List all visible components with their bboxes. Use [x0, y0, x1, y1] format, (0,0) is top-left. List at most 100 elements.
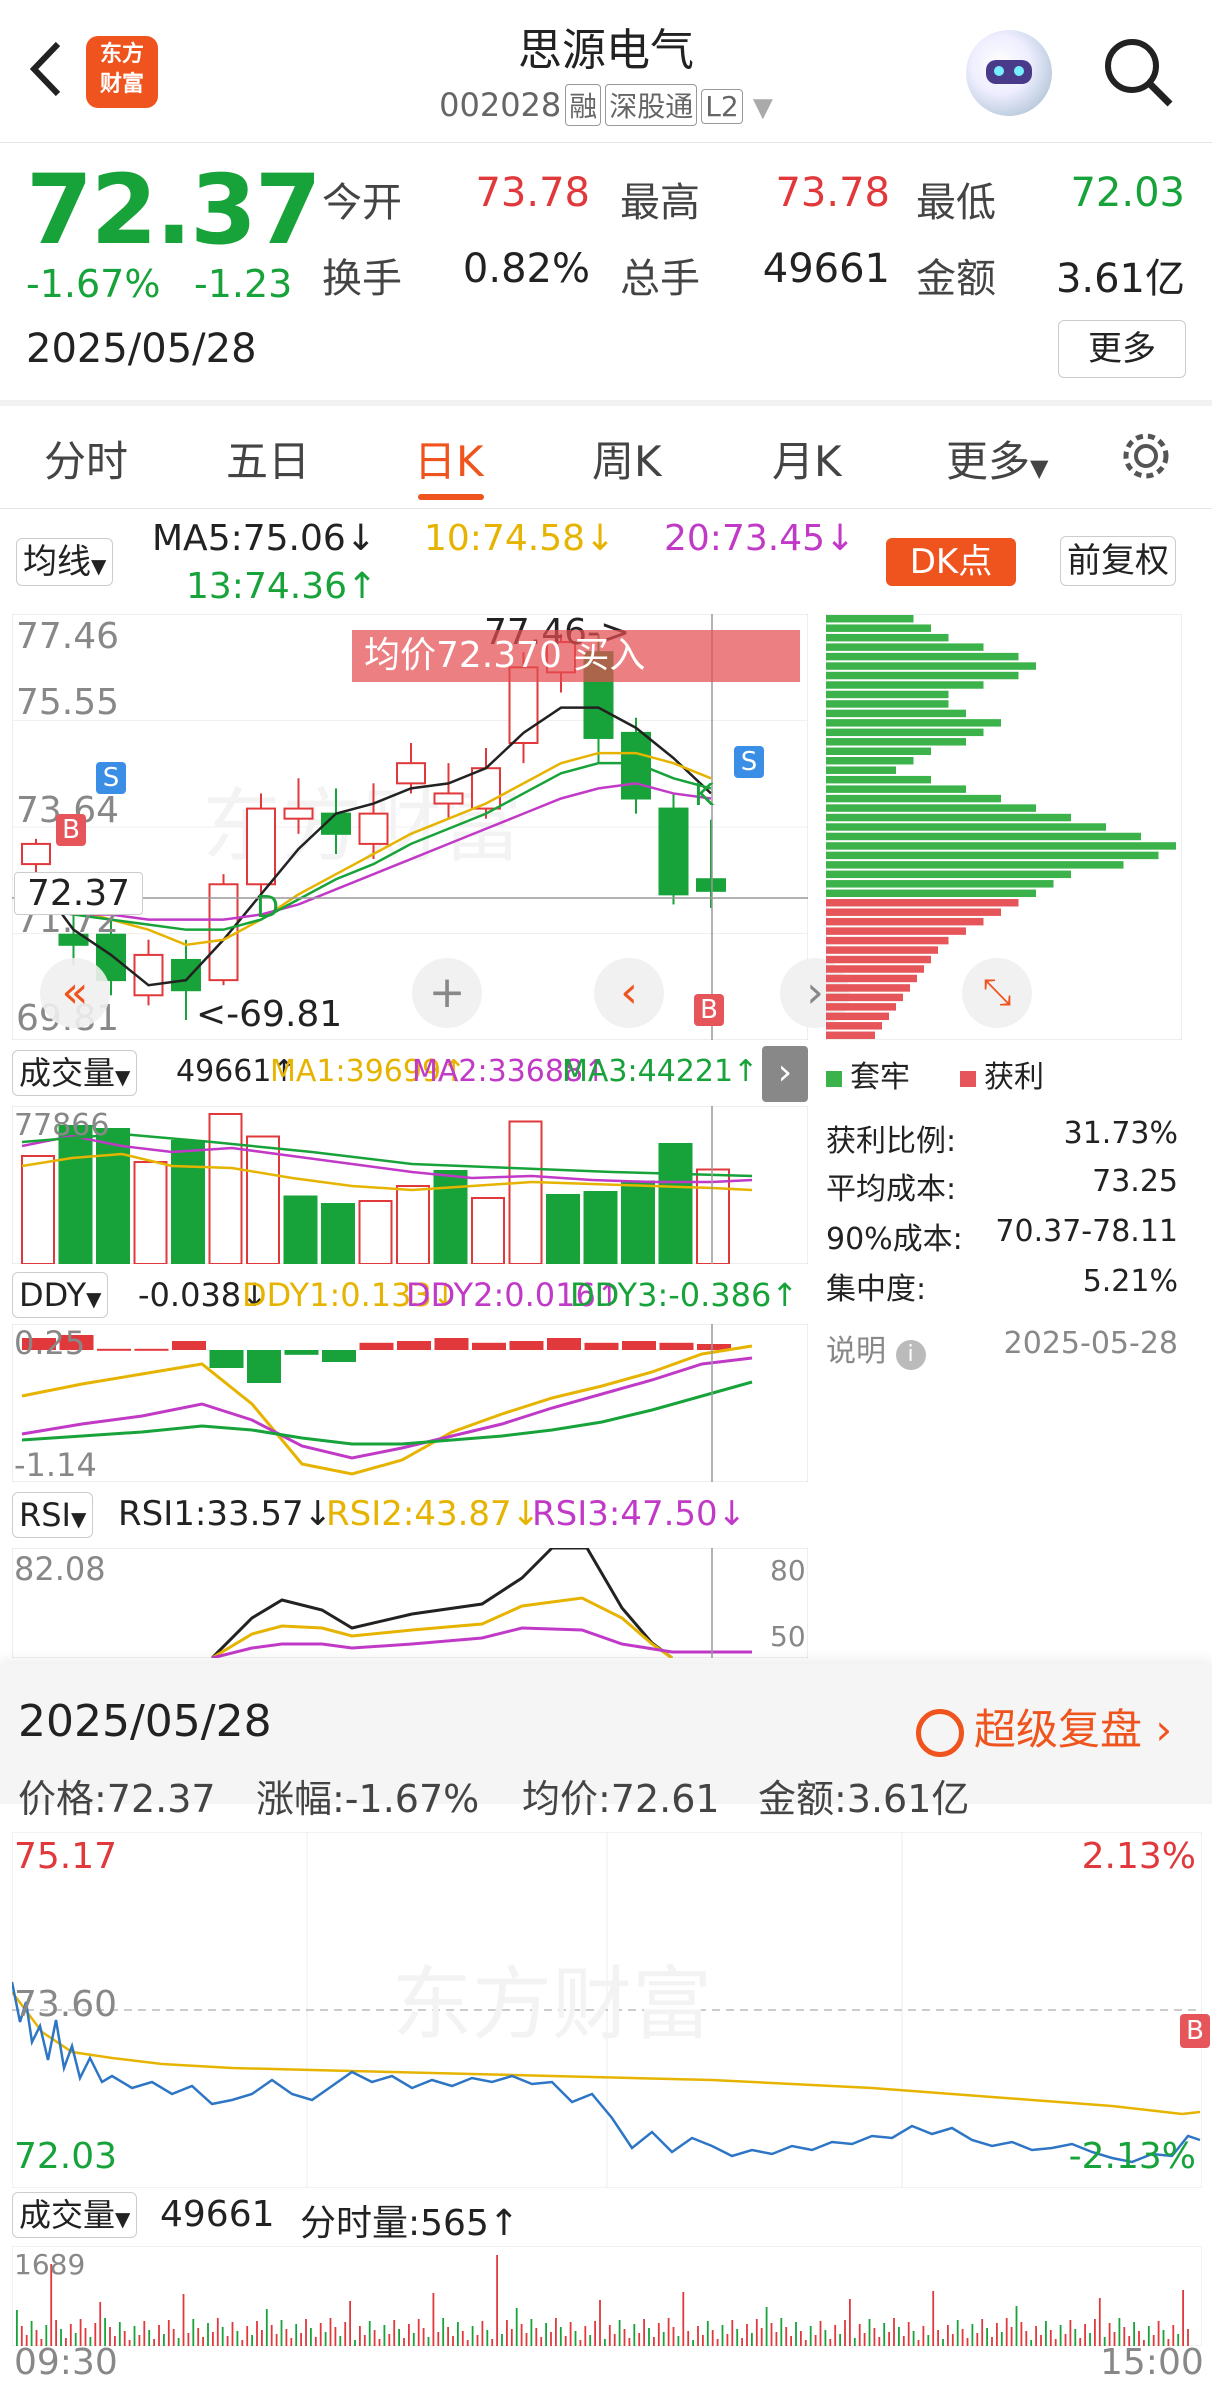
volume-selector[interactable]: 成交量▼: [12, 1050, 138, 1096]
intraday-volume-bar-146: [731, 2320, 734, 2346]
volume-chart[interactable]: [12, 1106, 808, 1264]
intraday-volume-bar-196: [976, 2333, 979, 2346]
label-turnover: 换手: [322, 256, 402, 302]
intraday-volume-bar-105: [530, 2319, 533, 2346]
intraday-volume-bar-103: [520, 2324, 523, 2346]
intraday-volume-bar-36: [192, 2319, 195, 2346]
ma-selector[interactable]: 均线▼: [16, 538, 114, 586]
sell-marker-s[interactable]: S: [96, 762, 126, 794]
intraday-volume-bar-114: [574, 2331, 577, 2346]
rsi-50-label: 50: [770, 1620, 806, 1653]
scroll-left-icon[interactable]: «: [40, 958, 110, 1028]
intraday-volume-bar-21: [118, 2322, 121, 2346]
sell-marker-s-2[interactable]: S: [734, 746, 764, 778]
tag-sgt: 深股通: [605, 84, 698, 126]
settings-gear-icon[interactable]: [1118, 428, 1174, 484]
intraday-volume-bar-28: [153, 2339, 155, 2346]
intraday-volume-bar-180: [898, 2327, 900, 2346]
ddy-bar-14: [547, 1338, 581, 1350]
intraday-volume-bar-185: [922, 2326, 925, 2346]
intraday-volume-bar-122: [613, 2334, 616, 2346]
intraday-amount: 金额:3.61亿: [758, 1777, 970, 1821]
tab-more[interactable]: 更多▼: [946, 428, 1048, 489]
intraday-volume-bar-171: [853, 2338, 856, 2346]
ddy-chart[interactable]: [12, 1324, 808, 1482]
volume-bar-13: [508, 1120, 543, 1264]
avg-price-banner[interactable]: 均价72.370 买入: [352, 630, 800, 682]
intraday-volume-chart[interactable]: [12, 2246, 1202, 2346]
intraday-volume-bar-72: [368, 2321, 371, 2346]
intraday-volume-bar-102: [515, 2308, 518, 2346]
intraday-volume-bar-135: [677, 2336, 680, 2346]
chip-note[interactable]: 说明 i: [826, 1326, 926, 1370]
intraday-volume-bar-65: [334, 2327, 337, 2346]
intraday-volume-bar-199: [991, 2337, 993, 2346]
chip-bar-37: [826, 965, 924, 973]
intraday-volume-bar-208: [1035, 2326, 1037, 2346]
tab-weekly-k[interactable]: 周K: [592, 428, 662, 489]
intraday-volume-bar-168: [839, 2334, 841, 2346]
collapse-arrow-icon[interactable]: ›: [762, 1046, 808, 1102]
buy-marker-b-2[interactable]: B: [694, 994, 724, 1026]
intraday-volume-bar-55: [285, 2329, 288, 2346]
intraday-volume-bar-86: [437, 2332, 440, 2346]
intraday-volume-bar-96: [486, 2330, 489, 2346]
intraday-buy-marker[interactable]: B: [1180, 2014, 1210, 2048]
chip-bar-33: [826, 927, 966, 935]
intraday-volume-selector[interactable]: 成交量▼: [12, 2192, 138, 2238]
chip-bar-24: [826, 842, 1176, 850]
intraday-volume-bar-83: [422, 2328, 425, 2346]
intraday-volume-bar-54: [280, 2320, 283, 2346]
chip-label-profit-ratio: 获利比例:: [826, 1124, 957, 1159]
dropdown-caret-icon: ▼: [86, 1287, 102, 1311]
intraday-volume-bar-88: [447, 2327, 449, 2346]
ddy-bar-15: [584, 1342, 619, 1350]
intraday-volume-bar-94: [476, 2335, 479, 2346]
intraday-volume-bar-59: [305, 2319, 307, 2346]
tab-intraday[interactable]: 分时: [44, 428, 128, 489]
chip-bar-44: [826, 1031, 875, 1039]
chip-bar-3: [826, 643, 984, 651]
tab-daily-k[interactable]: 日K: [414, 428, 484, 489]
intraday-volume-bar-127: [638, 2333, 641, 2346]
more-quote-button[interactable]: 更多: [1058, 320, 1186, 378]
intraday-volume-bar-179: [893, 2318, 895, 2346]
value-low: 72.03: [1070, 170, 1185, 216]
tab-five-day[interactable]: 五日: [226, 428, 310, 489]
chip-bar-42: [826, 1012, 889, 1021]
assistant-robot-icon[interactable]: [966, 30, 1052, 116]
search-icon[interactable]: [1100, 34, 1176, 110]
adjust-button[interactable]: 前复权: [1060, 536, 1176, 586]
ddy-selector-label: DDY: [19, 1276, 87, 1314]
expand-icon[interactable]: ⤡: [962, 958, 1032, 1028]
intraday-volume-bar-115: [579, 2340, 582, 2346]
intraday-volume-bar-113: [569, 2322, 572, 2346]
intraday-volume-bar-148: [741, 2338, 743, 2346]
chip-bar-40: [826, 993, 903, 1002]
zoom-in-icon[interactable]: +: [412, 958, 482, 1028]
intraday-volume-bar-90: [457, 2322, 459, 2346]
prev-icon[interactable]: ‹: [594, 958, 664, 1028]
intraday-volume-bar-37: [197, 2328, 200, 2346]
intraday-volume-bar-32: [172, 2329, 175, 2346]
buy-marker-b[interactable]: B: [56, 814, 86, 846]
ddy-bar-3: [134, 1348, 169, 1351]
chip-bar-11: [826, 719, 1001, 727]
tab-monthly-k[interactable]: 月K: [772, 428, 842, 489]
ddy-bar-6: [247, 1350, 281, 1383]
intraday-volume-bar-107: [540, 2337, 543, 2346]
super-replay-button[interactable]: 超级复盘 ›: [916, 1696, 1172, 1757]
rsi-chart[interactable]: [12, 1548, 808, 1658]
intraday-volume-bar-139: [697, 2326, 699, 2346]
intraday-volume-bar-125: [628, 2338, 631, 2346]
intraday-tick-volume: 分时量:565↑: [300, 2203, 520, 2244]
intraday-chart[interactable]: 东方财富: [12, 1832, 1202, 2188]
dk-point-button[interactable]: DK点: [886, 538, 1016, 586]
ddy-top-label: 0.25: [14, 1324, 86, 1362]
ddy-selector[interactable]: DDY▼: [12, 1272, 109, 1318]
intraday-volume-bar-142: [711, 2330, 714, 2346]
intraday-volume-bar-187: [932, 2291, 935, 2346]
dropdown-caret-icon[interactable]: ▼: [753, 93, 773, 123]
rsi-selector[interactable]: RSI▼: [12, 1492, 94, 1538]
chip-bar-6: [826, 671, 1019, 680]
